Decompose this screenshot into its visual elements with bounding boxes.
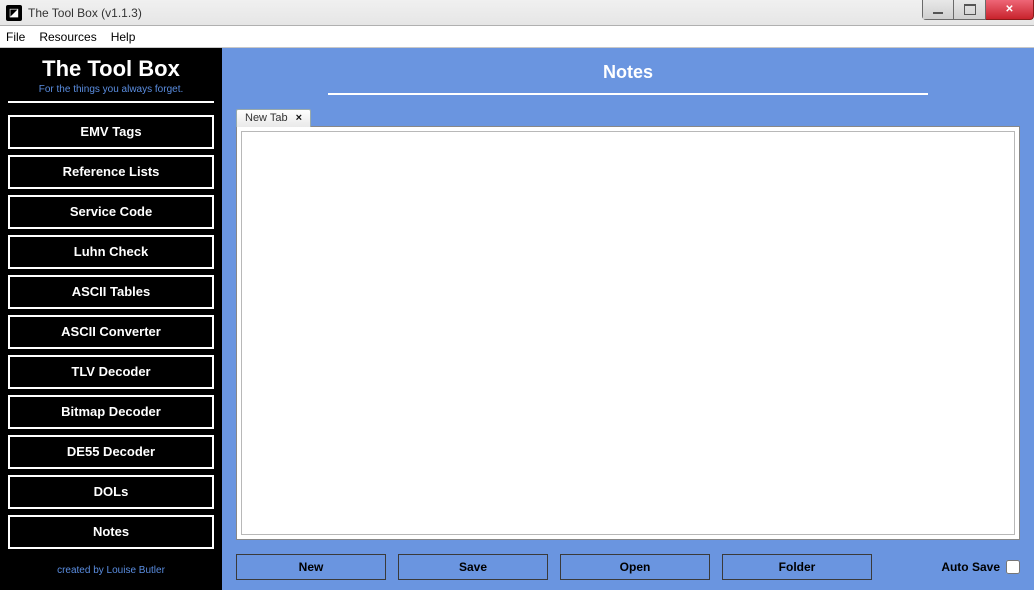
autosave-checkbox[interactable] <box>1006 560 1020 574</box>
sidebar-title: The Tool Box <box>42 56 180 82</box>
content-area: Notes New Tab × New Save Open Folder Aut… <box>222 48 1034 590</box>
tab-new-tab[interactable]: New Tab × <box>236 109 311 127</box>
sidebar-item-notes[interactable]: Notes <box>8 515 214 549</box>
sidebar-item-ascii-converter[interactable]: ASCII Converter <box>8 315 214 349</box>
menu-resources[interactable]: Resources <box>39 30 96 44</box>
menu-file[interactable]: File <box>6 30 25 44</box>
editor-frame <box>236 126 1020 540</box>
content-header: Notes <box>222 48 1034 101</box>
notes-editor[interactable] <box>241 131 1015 535</box>
autosave-label: Auto Save <box>941 560 1000 574</box>
folder-button[interactable]: Folder <box>722 554 872 580</box>
window-title: The Tool Box (v1.1.3) <box>28 6 142 20</box>
menubar: File Resources Help <box>0 26 1034 48</box>
sidebar: The Tool Box For the things you always f… <box>0 48 222 590</box>
sidebar-item-service-code[interactable]: Service Code <box>8 195 214 229</box>
window-maximize-button[interactable] <box>954 0 986 20</box>
tabstrip: New Tab × <box>236 105 1020 127</box>
sidebar-nav: EMV Tags Reference Lists Service Code Lu… <box>8 115 214 549</box>
sidebar-item-reference-lists[interactable]: Reference Lists <box>8 155 214 189</box>
sidebar-tagline: For the things you always forget. <box>39 84 184 95</box>
tab-label: New Tab <box>245 112 288 124</box>
sidebar-item-bitmap-decoder[interactable]: Bitmap Decoder <box>8 395 214 429</box>
app-icon: ◪ <box>6 5 22 21</box>
sidebar-item-de55-decoder[interactable]: DE55 Decoder <box>8 435 214 469</box>
menu-help[interactable]: Help <box>111 30 136 44</box>
sidebar-item-tlv-decoder[interactable]: TLV Decoder <box>8 355 214 389</box>
new-button[interactable]: New <box>236 554 386 580</box>
sidebar-item-luhn-check[interactable]: Luhn Check <box>8 235 214 269</box>
sidebar-divider <box>8 101 214 103</box>
window-close-button[interactable] <box>986 0 1034 20</box>
title-underline <box>328 93 928 95</box>
tab-close-icon[interactable]: × <box>294 112 304 124</box>
window-controls <box>922 0 1034 20</box>
save-button[interactable]: Save <box>398 554 548 580</box>
footer: New Save Open Folder Auto Save <box>222 546 1034 590</box>
window-minimize-button[interactable] <box>922 0 954 20</box>
titlebar: ◪ The Tool Box (v1.1.3) <box>0 0 1034 26</box>
sidebar-credit: created by Louise Butler <box>57 557 165 582</box>
sidebar-item-ascii-tables[interactable]: ASCII Tables <box>8 275 214 309</box>
workspace: New Tab × <box>222 101 1034 546</box>
sidebar-item-dols[interactable]: DOLs <box>8 475 214 509</box>
autosave-control[interactable]: Auto Save <box>941 560 1020 574</box>
page-title: Notes <box>222 62 1034 83</box>
sidebar-item-emv-tags[interactable]: EMV Tags <box>8 115 214 149</box>
open-button[interactable]: Open <box>560 554 710 580</box>
